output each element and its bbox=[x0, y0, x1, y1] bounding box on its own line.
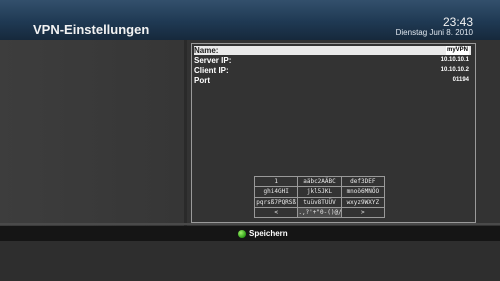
header-bar: VPN-Einstellungen 23:43 Dienstag Juni 8.… bbox=[0, 0, 500, 40]
name-value[interactable]: myVPN bbox=[445, 46, 469, 55]
keyboard-row: ghi4GHI jkl5JKL mnoö6MNÖO bbox=[253, 186, 386, 198]
left-panel bbox=[0, 40, 184, 226]
key-1[interactable]: 1 bbox=[253, 175, 299, 188]
port-value[interactable]: 01194 bbox=[453, 77, 469, 83]
key-4[interactable]: ghi4GHI bbox=[253, 186, 299, 198]
key-right[interactable]: > bbox=[340, 206, 386, 219]
key-3[interactable]: def3DEF bbox=[340, 175, 386, 188]
name-field[interactable]: Name: myVPN bbox=[194, 46, 471, 55]
keyboard-row: 1 aäbc2AÄBC def3DEF bbox=[253, 175, 386, 188]
key-2[interactable]: aäbc2AÄBC bbox=[297, 175, 342, 188]
green-button-icon bbox=[238, 230, 246, 238]
keyboard-row: pqrsß7PQRSß tuüv8TUÜV wxyz9WXYZ bbox=[253, 196, 386, 208]
key-7[interactable]: pqrsß7PQRSß bbox=[253, 196, 299, 208]
page-title: VPN-Einstellungen bbox=[33, 22, 150, 37]
keyboard-row: < .,?'+"0-()@/:_$! > bbox=[253, 206, 386, 219]
divider bbox=[0, 223, 500, 225]
bottom-area bbox=[0, 241, 500, 281]
port-field[interactable]: Port 01194 bbox=[194, 76, 471, 85]
date: Dienstag Juni 8. 2010 bbox=[395, 28, 473, 37]
server-ip-value[interactable]: 10.10.10.1 bbox=[441, 57, 469, 63]
key-5[interactable]: jkl5JKL bbox=[297, 186, 342, 198]
client-ip-label: Client IP: bbox=[194, 66, 229, 75]
client-ip-value[interactable]: 10.10.10.2 bbox=[441, 67, 469, 73]
key-8[interactable]: tuüv8TUÜV bbox=[297, 196, 342, 208]
virtual-keyboard: 1 aäbc2AÄBC def3DEF ghi4GHI jkl5JKL mnoö… bbox=[253, 175, 386, 219]
key-0-symbols[interactable]: .,?'+"0-()@/:_$! bbox=[297, 206, 342, 219]
server-ip-label: Server IP: bbox=[194, 56, 232, 65]
server-ip-field[interactable]: Server IP: 10.10.10.1 bbox=[194, 56, 471, 65]
save-label: Speichern bbox=[249, 229, 288, 238]
key-left[interactable]: < bbox=[253, 206, 299, 219]
client-ip-field[interactable]: Client IP: 10.10.10.2 bbox=[194, 66, 471, 75]
key-9[interactable]: wxyz9WXYZ bbox=[340, 196, 386, 208]
clock: 23:43 bbox=[442, 15, 473, 29]
name-label: Name: bbox=[194, 46, 219, 55]
port-label: Port bbox=[194, 76, 210, 85]
key-6[interactable]: mnoö6MNÖO bbox=[340, 186, 386, 198]
